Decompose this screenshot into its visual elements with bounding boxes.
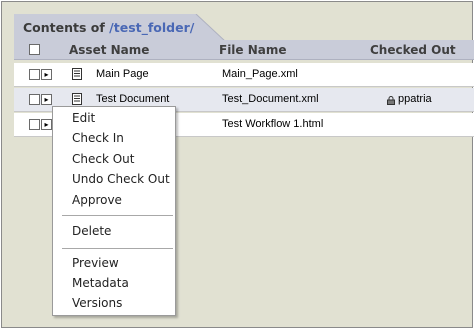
select-all-checkbox[interactable]: [29, 44, 40, 55]
expand-arrow-icon[interactable]: ▸: [41, 94, 52, 105]
row-checkbox[interactable]: [29, 69, 40, 80]
column-header-checked-out[interactable]: Checked Out: [370, 43, 456, 57]
folder-path-link[interactable]: /test_folder/: [109, 20, 194, 35]
menu-item-check-in[interactable]: Check In: [72, 131, 124, 145]
row-checkbox[interactable]: [29, 94, 40, 105]
menu-item-undo-check-out[interactable]: Undo Check Out: [72, 172, 170, 186]
contents-tab: Contents of /test_folder/: [14, 14, 225, 41]
asset-name[interactable]: Test Document: [96, 93, 169, 105]
column-header-file-name[interactable]: File Name: [219, 43, 287, 57]
expand-arrow-icon[interactable]: ▸: [41, 69, 52, 80]
file-name: Main_Page.xml: [222, 68, 298, 80]
lock-icon: [387, 96, 395, 105]
document-icon: [72, 68, 82, 80]
menu-item-approve[interactable]: Approve: [72, 193, 122, 207]
context-menu: Edit Check In Check Out Undo Check Out A…: [52, 106, 176, 316]
table-header: Asset Name File Name Checked Out: [14, 40, 474, 60]
menu-item-metadata[interactable]: Metadata: [72, 276, 129, 290]
expand-arrow-icon[interactable]: ▸: [41, 119, 52, 130]
menu-item-edit[interactable]: Edit: [72, 111, 95, 125]
menu-item-delete[interactable]: Delete: [72, 224, 111, 238]
row-checkbox[interactable]: [29, 119, 40, 130]
file-name: Test Workflow 1.html: [222, 118, 324, 130]
menu-separator: [62, 215, 173, 216]
menu-item-preview[interactable]: Preview: [72, 256, 119, 270]
column-header-asset-name[interactable]: Asset Name: [69, 43, 149, 57]
document-icon: [72, 93, 82, 105]
checked-out-user: ppatria: [398, 93, 432, 105]
menu-separator: [62, 248, 173, 249]
menu-item-versions[interactable]: Versions: [72, 296, 122, 310]
asset-name[interactable]: Main Page: [96, 68, 149, 80]
table-row: ▸ Main Page Main_Page.xml: [14, 63, 474, 87]
menu-item-check-out[interactable]: Check Out: [72, 152, 134, 166]
tab-label: Contents of: [23, 20, 105, 35]
file-name: Test_Document.xml: [222, 93, 319, 105]
